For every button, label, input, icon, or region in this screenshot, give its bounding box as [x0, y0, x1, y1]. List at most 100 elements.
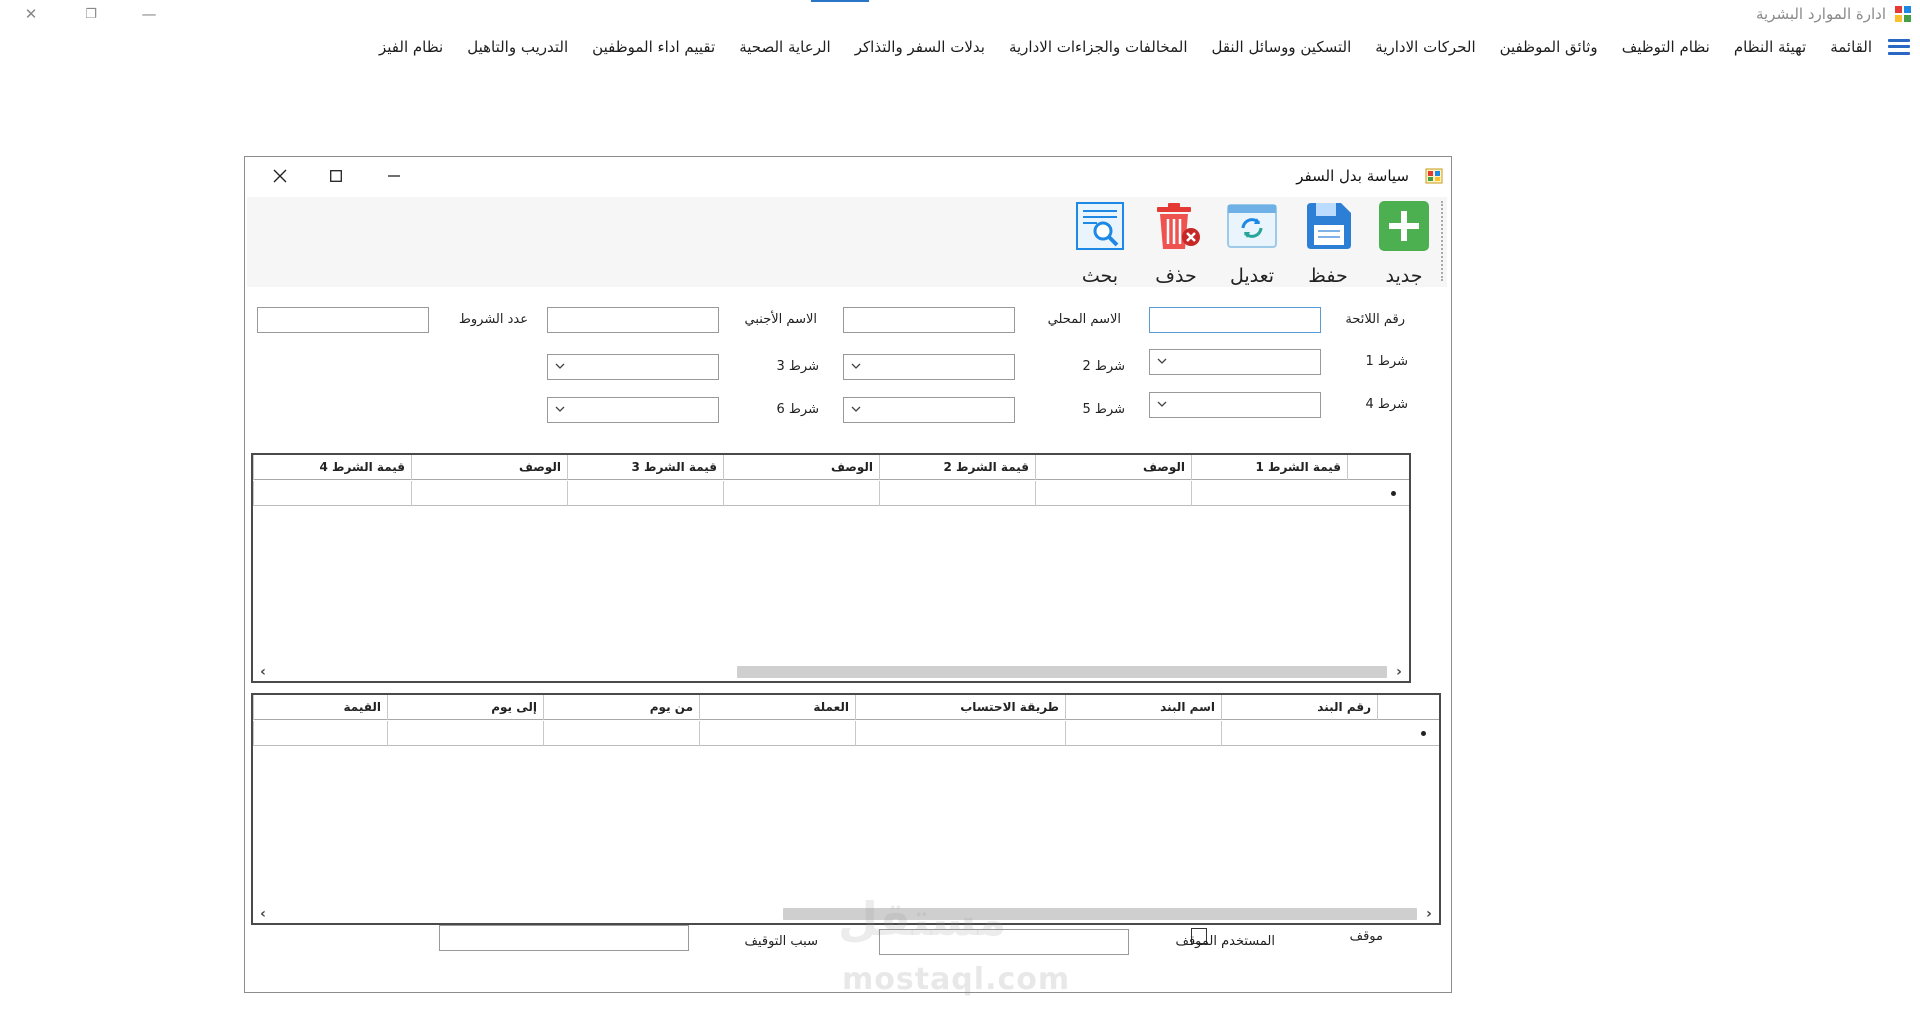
condition5-label: شرط 5 [1082, 402, 1125, 417]
main-menu: القائمة تهيئة النظام نظام التوظيف وثائق … [0, 30, 1920, 63]
scroll-right-icon[interactable]: › [1421, 906, 1437, 922]
chevron-down-icon [1157, 358, 1167, 364]
table-cell[interactable] [253, 481, 411, 506]
table-cell[interactable] [1221, 721, 1377, 746]
regulation-number-input[interactable] [1149, 307, 1321, 333]
new-button-label: جديد [1385, 265, 1423, 287]
column-header[interactable]: الوصف [723, 455, 879, 480]
table-cell[interactable] [567, 481, 723, 506]
condition6-select[interactable] [547, 397, 719, 423]
foreign-name-label: الاسم الأجنبي [744, 312, 817, 327]
condition3-select[interactable] [547, 354, 719, 380]
close-icon [273, 169, 287, 183]
scroll-left-icon[interactable]: ‹ [255, 664, 271, 680]
horizontal-scrollbar[interactable]: ‹ › [253, 663, 1409, 681]
table-row-new[interactable] [253, 721, 1439, 746]
grid-corner [1377, 695, 1439, 720]
chevron-down-icon [851, 406, 861, 412]
condition4-select[interactable] [1149, 392, 1321, 418]
menu-item-system-setup[interactable]: تهيئة النظام [1722, 38, 1818, 56]
conditions-count-input[interactable] [257, 307, 429, 333]
table-cell[interactable] [1065, 721, 1221, 746]
save-button[interactable]: حفظ [1297, 201, 1359, 287]
window-maximize-button[interactable] [313, 161, 359, 191]
chevron-down-icon [555, 406, 565, 412]
app-restore-button[interactable]: ❐ [68, 0, 114, 28]
stopped-label: موقف [1349, 929, 1383, 944]
scroll-right-icon[interactable]: › [1391, 664, 1407, 680]
menu-item-visas[interactable]: نظام الفيز [367, 38, 455, 56]
condition6-label: شرط 6 [776, 402, 819, 417]
table-cell[interactable] [699, 721, 855, 746]
menu-item-performance[interactable]: تقييم اداء الموظفين [580, 38, 727, 56]
table-cell[interactable] [879, 481, 1035, 506]
table-cell[interactable] [387, 721, 543, 746]
scroll-left-icon[interactable]: ‹ [255, 906, 271, 922]
document-search-icon [1076, 202, 1124, 250]
edit-button[interactable]: تعديل [1221, 201, 1283, 287]
column-header[interactable]: قيمة الشرط 4 [253, 455, 411, 480]
column-header[interactable]: الوصف [411, 455, 567, 480]
trash-icon [1157, 203, 1200, 249]
menu-item-healthcare[interactable]: الرعاية الصحية [727, 38, 843, 56]
local-name-label: الاسم المحلي [1047, 312, 1121, 327]
new-button[interactable]: جديد [1373, 201, 1435, 287]
condition1-label: شرط 1 [1365, 354, 1408, 369]
app-logo-icon [1895, 6, 1911, 22]
menu-item-housing-transport[interactable]: التسكين ووسائل النقل [1199, 38, 1363, 56]
menu-item-recruitment[interactable]: نظام التوظيف [1610, 38, 1722, 56]
menu-item-employee-documents[interactable]: وثائق الموظفين [1488, 38, 1610, 56]
condition2-select[interactable] [843, 354, 1015, 380]
column-header[interactable]: قيمة الشرط 3 [567, 455, 723, 480]
delete-button[interactable]: حذف [1145, 201, 1207, 287]
maximize-icon [330, 170, 342, 182]
window-minimize-button[interactable] [371, 161, 417, 191]
table-cell[interactable] [1191, 481, 1347, 506]
column-header[interactable]: قيمة الشرط 2 [879, 455, 1035, 480]
menu-item-admin-movements[interactable]: الحركات الادارية [1363, 38, 1487, 56]
row-header[interactable] [1347, 481, 1409, 506]
conditions-grid-header: قيمة الشرط 1 الوصف قيمة الشرط 2 الوصف قي… [253, 455, 1409, 480]
menu-item-travel-allowances[interactable]: بدلات السفر والتذاكر [843, 38, 997, 56]
condition1-select[interactable] [1149, 349, 1321, 375]
app-minimize-button[interactable]: — [126, 0, 172, 28]
table-cell[interactable] [411, 481, 567, 506]
local-name-input[interactable] [843, 307, 1015, 333]
stop-reason-label: سبب التوقيف [744, 934, 818, 949]
column-header[interactable]: طريقة الاحتساب [855, 695, 1065, 720]
menu-item-violations[interactable]: المخالفات والجزاءات الادارية [997, 38, 1200, 56]
menu-item-training[interactable]: التدريب والتاهيل [455, 38, 580, 56]
stop-reason-input[interactable] [439, 925, 689, 951]
column-header[interactable]: الوصف [1035, 455, 1191, 480]
table-cell[interactable] [855, 721, 1065, 746]
toolbar-grip[interactable] [1440, 201, 1443, 281]
foreign-name-input[interactable] [547, 307, 719, 333]
column-header[interactable]: القيمة [253, 695, 387, 720]
scrollbar-thumb[interactable] [737, 666, 1387, 678]
row-header[interactable] [1377, 721, 1439, 746]
items-grid[interactable]: رقم البند اسم البند طريقة الاحتساب العمل… [251, 693, 1441, 925]
column-header[interactable]: قيمة الشرط 1 [1191, 455, 1347, 480]
condition4-label: شرط 4 [1365, 397, 1408, 412]
hamburger-icon[interactable] [1886, 36, 1912, 58]
travel-allowance-policy-window: سياسة بدل السفر جديد حفظ تعديل حذف بحث ر… [244, 156, 1452, 993]
column-header[interactable]: من يوم [543, 695, 699, 720]
menu-item-list[interactable]: القائمة [1818, 38, 1876, 56]
column-header[interactable]: العملة [699, 695, 855, 720]
new-row-marker-icon [1391, 491, 1396, 496]
conditions-grid[interactable]: قيمة الشرط 1 الوصف قيمة الشرط 2 الوصف قي… [251, 453, 1411, 683]
column-header[interactable]: إلى يوم [387, 695, 543, 720]
table-row-new[interactable] [253, 481, 1409, 506]
column-header[interactable]: اسم البند [1065, 695, 1221, 720]
table-cell[interactable] [253, 721, 387, 746]
table-cell[interactable] [543, 721, 699, 746]
window-close-button[interactable] [257, 161, 303, 191]
table-cell[interactable] [1035, 481, 1191, 506]
app-close-button[interactable]: ✕ [8, 0, 54, 28]
table-cell[interactable] [723, 481, 879, 506]
search-button[interactable]: بحث [1069, 201, 1131, 287]
column-header[interactable]: رقم البند [1221, 695, 1377, 720]
window-title: سياسة بدل السفر [1296, 167, 1409, 185]
items-grid-header: رقم البند اسم البند طريقة الاحتساب العمل… [253, 695, 1439, 720]
condition5-select[interactable] [843, 397, 1015, 423]
